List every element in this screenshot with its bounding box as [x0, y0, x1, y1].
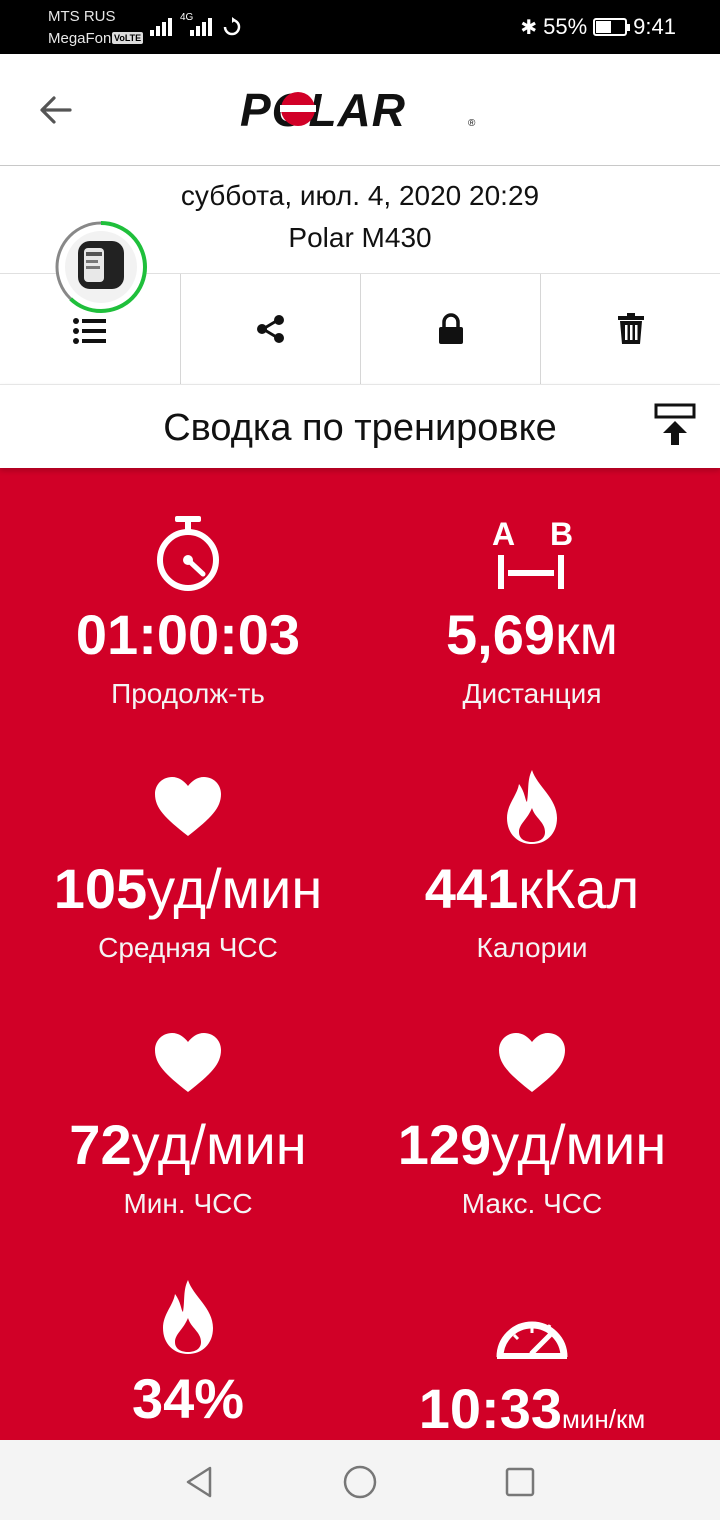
heart-icon [499, 1033, 565, 1092]
svg-text:A: A [492, 516, 515, 552]
stat-distance: A B 5,69км Дистанция [352, 508, 712, 710]
carrier-name-1: MTS RUS [48, 8, 116, 25]
back-triangle-icon[interactable] [180, 1462, 220, 1502]
stat-duration: 01:00:03 Продолж-ть [8, 508, 368, 710]
stat-value: 129уд/мин [397, 1113, 667, 1176]
collapse-icon[interactable] [654, 403, 696, 447]
svg-text:®: ® [468, 118, 476, 129]
status-bar: MTS RUS MegaFon VoLTE 4G ✱ 55% 9:41 [0, 0, 720, 54]
stat-max-hr: 129уд/мин Макс. ЧСС [352, 1018, 712, 1220]
flame-icon [163, 1280, 213, 1354]
stat-value: 10:33мин/км [418, 1377, 646, 1440]
lock-icon [438, 313, 463, 344]
list-icon [73, 318, 106, 344]
app-header: POLAR ® [0, 54, 720, 166]
stat-label: Макс. ЧСС [461, 1188, 603, 1219]
delete-button[interactable] [540, 274, 720, 384]
summary-title: Сводка по тренировке [163, 407, 557, 449]
heart-icon [155, 777, 221, 836]
stat-value: 441кКал [424, 857, 640, 920]
distance-ab-icon: A B [492, 516, 573, 589]
home-circle-icon[interactable] [340, 1462, 380, 1502]
bluetooth-icon: ✱ [520, 16, 538, 39]
session-date: суббота, июл. 4, 2020 20:29 [180, 180, 540, 211]
battery-percent: 55% [543, 14, 588, 39]
stats-panel: 01:00:03 Продолж-ть A B 5,69км Дистанция… [0, 466, 720, 1440]
stat-pace: 10:33мин/км [352, 1302, 712, 1440]
signal-icon [150, 18, 172, 36]
stat-label: Калории [476, 932, 588, 963]
stat-avg-hr: 105уд/мин Средняя ЧСС [8, 762, 368, 964]
stat-label: Дистанция [462, 678, 602, 709]
heart-icon [155, 1033, 221, 1092]
carrier-name-2: MegaFon [48, 30, 112, 47]
share-button[interactable] [180, 274, 360, 384]
stat-min-hr: 72уд/мин Мин. ЧСС [8, 1018, 368, 1220]
speedometer-icon [496, 1321, 568, 1359]
stopwatch-icon [157, 516, 219, 591]
arrow-left-icon[interactable] [36, 90, 76, 130]
logo-text: POLAR [240, 88, 406, 132]
polar-logo: POLAR ® [240, 88, 476, 132]
stat-label: Продолж-ть [111, 678, 265, 709]
stat-label: Мин. ЧСС [123, 1188, 253, 1219]
summary-header: Сводка по тренировке [0, 384, 720, 468]
stat-fat-burn: 34% [8, 1272, 368, 1440]
stat-value: 72уд/мин [69, 1113, 307, 1176]
battery-icon [593, 18, 631, 36]
stat-label: Средняя ЧСС [98, 932, 278, 963]
stat-value: 5,69км [446, 603, 618, 666]
flame-icon [507, 770, 557, 844]
volte-badge: VoLTE [112, 32, 144, 44]
trash-icon [617, 313, 644, 344]
clock: 9:41 [633, 14, 676, 39]
stat-value: 34% [131, 1367, 245, 1430]
share-icon [256, 315, 284, 343]
recents-square-icon[interactable] [500, 1462, 540, 1502]
device-avatar[interactable] [52, 218, 150, 316]
stat-calories: 441кКал Калории [352, 762, 712, 964]
system-nav-bar [0, 1440, 720, 1520]
sync-icon [223, 17, 241, 36]
stat-value: 01:00:03 [75, 603, 301, 666]
stat-value: 105уд/мин [53, 857, 323, 920]
svg-text:B: B [550, 516, 573, 552]
privacy-button[interactable] [360, 274, 540, 384]
signal-icon-2 [190, 18, 212, 36]
